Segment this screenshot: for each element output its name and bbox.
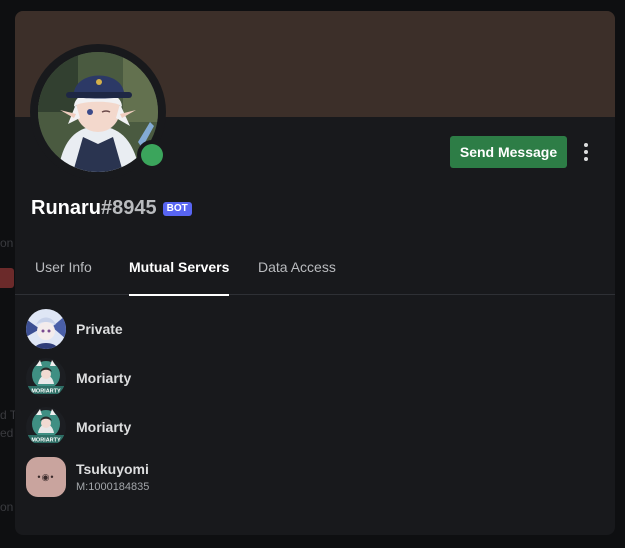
- server-icon: •◉•: [26, 457, 66, 497]
- user-profile-modal: Send Message Runaru#8945 BOT User Info Mu…: [15, 11, 615, 535]
- server-icon: MORIARTY: [26, 358, 66, 398]
- tab-user-info[interactable]: User Info: [35, 259, 92, 295]
- server-name: Tsukuyomi: [76, 461, 149, 477]
- moriarty-caption: MORIARTY: [31, 389, 61, 395]
- discriminator: #8945: [101, 197, 157, 219]
- profile-tabs: User Info Mutual Servers Data Access: [15, 249, 615, 296]
- background-fragment: [0, 268, 14, 288]
- send-message-button[interactable]: Send Message: [450, 136, 567, 168]
- server-name: Moriarty: [76, 370, 132, 386]
- tsukuyomi-glyph: •◉•: [37, 471, 55, 482]
- more-vertical-icon[interactable]: [578, 140, 594, 164]
- background-fragment: on: [0, 500, 14, 514]
- server-item-tsukuyomi[interactable]: •◉• Tsukuyomi M:1000184835: [26, 455, 596, 499]
- server-nickname: M:1000184835: [76, 481, 150, 493]
- server-name: Moriarty: [76, 419, 132, 435]
- server-icon: [26, 309, 66, 349]
- profile-username: Runaru#8945 BOT: [31, 197, 192, 220]
- server-icon-image: [26, 309, 66, 349]
- username: Runaru: [31, 197, 101, 219]
- server-item-private[interactable]: Private: [26, 307, 596, 351]
- tab-data-access[interactable]: Data Access: [258, 259, 336, 295]
- tab-mutual-servers[interactable]: Mutual Servers: [129, 259, 230, 296]
- server-icon-image: MORIARTY: [26, 358, 66, 398]
- background-fragment: ed: [0, 426, 14, 440]
- server-icon: MORIARTY: [26, 407, 66, 447]
- moriarty-caption: MORIARTY: [31, 438, 61, 444]
- background-fragment: on: [0, 236, 14, 250]
- server-item-moriarty[interactable]: MORIARTY Moriarty: [26, 405, 596, 449]
- server-icon-image: MORIARTY: [26, 407, 66, 447]
- avatar-frame: [30, 44, 167, 180]
- server-item-moriarty[interactable]: MORIARTY Moriarty: [26, 356, 596, 400]
- bot-badge: BOT: [162, 202, 192, 216]
- status-online-indicator: [137, 140, 167, 170]
- server-name: Private: [76, 321, 123, 337]
